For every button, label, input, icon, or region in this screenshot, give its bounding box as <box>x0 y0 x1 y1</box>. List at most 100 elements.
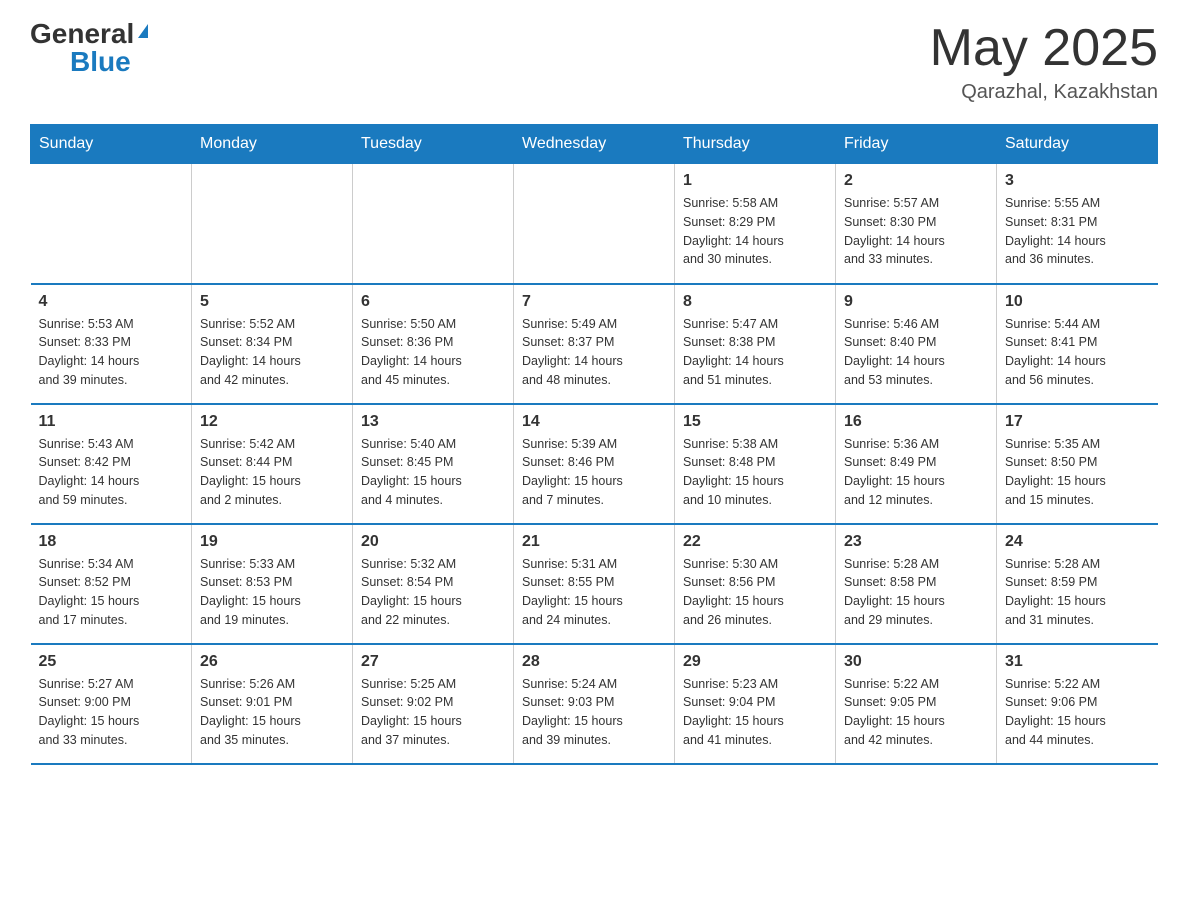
day-number: 12 <box>200 413 344 431</box>
title-section: May 2025 Qarazhal, Kazakhstan <box>930 20 1158 104</box>
day-info: Sunrise: 5:27 AM Sunset: 9:00 PM Dayligh… <box>39 675 184 750</box>
calendar-cell: 11 Sunrise: 5:43 AM Sunset: 8:42 PM Dayli… <box>31 404 192 524</box>
week-row-3: 11 Sunrise: 5:43 AM Sunset: 8:42 PM Dayli… <box>31 404 1158 524</box>
calendar-cell: 8Sunrise: 5:47 AM Sunset: 8:38 PM Daylig… <box>675 284 836 404</box>
day-number: 11 <box>39 413 184 431</box>
day-number: 20 <box>361 533 505 551</box>
day-info: Sunrise: 5:22 AM Sunset: 9:05 PM Dayligh… <box>844 675 988 750</box>
day-info: Sunrise: 5:22 AM Sunset: 9:06 PM Dayligh… <box>1005 675 1150 750</box>
day-number: 3 <box>1005 172 1150 190</box>
day-number: 28 <box>522 653 666 671</box>
day-number: 1 <box>683 172 827 190</box>
calendar-table: SundayMondayTuesdayWednesdayThursdayFrid… <box>30 124 1158 765</box>
header-day-sunday: Sunday <box>31 125 192 164</box>
calendar-cell: 28 Sunrise: 5:24 AM Sunset: 9:03 PM Dayli… <box>514 644 675 764</box>
header-day-saturday: Saturday <box>997 125 1158 164</box>
header-day-tuesday: Tuesday <box>353 125 514 164</box>
day-number: 15 <box>683 413 827 431</box>
header-day-wednesday: Wednesday <box>514 125 675 164</box>
header-day-monday: Monday <box>192 125 353 164</box>
day-info: Sunrise: 5:58 AM Sunset: 8:29 PM Dayligh… <box>683 194 827 269</box>
day-number: 16 <box>844 413 988 431</box>
calendar-cell: 29 Sunrise: 5:23 AM Sunset: 9:04 PM Dayli… <box>675 644 836 764</box>
calendar-cell: 4Sunrise: 5:53 AM Sunset: 8:33 PM Daylig… <box>31 284 192 404</box>
calendar-cell: 12 Sunrise: 5:42 AM Sunset: 8:44 PM Dayli… <box>192 404 353 524</box>
calendar-cell <box>31 164 192 284</box>
day-info: Sunrise: 5:34 AM Sunset: 8:52 PM Dayligh… <box>39 555 184 630</box>
day-number: 4 <box>39 293 184 311</box>
day-number: 21 <box>522 533 666 551</box>
calendar-cell: 14 Sunrise: 5:39 AM Sunset: 8:46 PM Dayli… <box>514 404 675 524</box>
logo: General Blue <box>30 20 148 76</box>
day-info: Sunrise: 5:24 AM Sunset: 9:03 PM Dayligh… <box>522 675 666 750</box>
day-number: 13 <box>361 413 505 431</box>
day-info: Sunrise: 5:52 AM Sunset: 8:34 PM Dayligh… <box>200 315 344 390</box>
day-info: Sunrise: 5:50 AM Sunset: 8:36 PM Dayligh… <box>361 315 505 390</box>
day-number: 24 <box>1005 533 1150 551</box>
calendar-cell: 2Sunrise: 5:57 AM Sunset: 8:30 PM Daylig… <box>836 164 997 284</box>
calendar-cell: 25 Sunrise: 5:27 AM Sunset: 9:00 PM Dayli… <box>31 644 192 764</box>
day-info: Sunrise: 5:55 AM Sunset: 8:31 PM Dayligh… <box>1005 194 1150 269</box>
day-number: 8 <box>683 293 827 311</box>
location-subtitle: Qarazhal, Kazakhstan <box>930 81 1158 104</box>
day-number: 5 <box>200 293 344 311</box>
calendar-cell: 21 Sunrise: 5:31 AM Sunset: 8:55 PM Dayli… <box>514 524 675 644</box>
day-info: Sunrise: 5:26 AM Sunset: 9:01 PM Dayligh… <box>200 675 344 750</box>
day-number: 6 <box>361 293 505 311</box>
calendar-cell: 10 Sunrise: 5:44 AM Sunset: 8:41 PM Dayli… <box>997 284 1158 404</box>
day-number: 14 <box>522 413 666 431</box>
day-info: Sunrise: 5:42 AM Sunset: 8:44 PM Dayligh… <box>200 435 344 510</box>
calendar-cell <box>353 164 514 284</box>
calendar-cell: 17Sunrise: 5:35 AM Sunset: 8:50 PM Dayli… <box>997 404 1158 524</box>
week-row-4: 18 Sunrise: 5:34 AM Sunset: 8:52 PM Dayli… <box>31 524 1158 644</box>
calendar-cell: 1 Sunrise: 5:58 AM Sunset: 8:29 PM Daylig… <box>675 164 836 284</box>
day-number: 29 <box>683 653 827 671</box>
calendar-cell: 9Sunrise: 5:46 AM Sunset: 8:40 PM Daylig… <box>836 284 997 404</box>
day-info: Sunrise: 5:32 AM Sunset: 8:54 PM Dayligh… <box>361 555 505 630</box>
day-number: 30 <box>844 653 988 671</box>
page-header: General Blue May 2025 Qarazhal, Kazakhst… <box>30 20 1158 104</box>
day-info: Sunrise: 5:31 AM Sunset: 8:55 PM Dayligh… <box>522 555 666 630</box>
day-info: Sunrise: 5:40 AM Sunset: 8:45 PM Dayligh… <box>361 435 505 510</box>
calendar-header-row: SundayMondayTuesdayWednesdayThursdayFrid… <box>31 125 1158 164</box>
day-number: 18 <box>39 533 184 551</box>
day-info: Sunrise: 5:33 AM Sunset: 8:53 PM Dayligh… <box>200 555 344 630</box>
calendar-cell <box>192 164 353 284</box>
calendar-cell: 5 Sunrise: 5:52 AM Sunset: 8:34 PM Daylig… <box>192 284 353 404</box>
logo-general-text: General <box>30 20 134 48</box>
day-info: Sunrise: 5:39 AM Sunset: 8:46 PM Dayligh… <box>522 435 666 510</box>
calendar-cell: 26 Sunrise: 5:26 AM Sunset: 9:01 PM Dayli… <box>192 644 353 764</box>
day-info: Sunrise: 5:28 AM Sunset: 8:58 PM Dayligh… <box>844 555 988 630</box>
month-title: May 2025 <box>930 20 1158 77</box>
week-row-2: 4Sunrise: 5:53 AM Sunset: 8:33 PM Daylig… <box>31 284 1158 404</box>
calendar-cell: 6 Sunrise: 5:50 AM Sunset: 8:36 PM Daylig… <box>353 284 514 404</box>
calendar-cell: 3 Sunrise: 5:55 AM Sunset: 8:31 PM Daylig… <box>997 164 1158 284</box>
day-number: 17 <box>1005 413 1150 431</box>
calendar-cell: 20 Sunrise: 5:32 AM Sunset: 8:54 PM Dayli… <box>353 524 514 644</box>
calendar-cell: 22 Sunrise: 5:30 AM Sunset: 8:56 PM Dayli… <box>675 524 836 644</box>
calendar-cell: 24 Sunrise: 5:28 AM Sunset: 8:59 PM Dayli… <box>997 524 1158 644</box>
day-info: Sunrise: 5:36 AM Sunset: 8:49 PM Dayligh… <box>844 435 988 510</box>
day-info: Sunrise: 5:28 AM Sunset: 8:59 PM Dayligh… <box>1005 555 1150 630</box>
day-number: 9 <box>844 293 988 311</box>
header-day-thursday: Thursday <box>675 125 836 164</box>
calendar-cell: 16 Sunrise: 5:36 AM Sunset: 8:49 PM Dayli… <box>836 404 997 524</box>
day-info: Sunrise: 5:23 AM Sunset: 9:04 PM Dayligh… <box>683 675 827 750</box>
calendar-cell: 30 Sunrise: 5:22 AM Sunset: 9:05 PM Dayli… <box>836 644 997 764</box>
day-number: 25 <box>39 653 184 671</box>
calendar-cell: 18 Sunrise: 5:34 AM Sunset: 8:52 PM Dayli… <box>31 524 192 644</box>
day-number: 26 <box>200 653 344 671</box>
week-row-1: 1 Sunrise: 5:58 AM Sunset: 8:29 PM Daylig… <box>31 164 1158 284</box>
day-number: 19 <box>200 533 344 551</box>
day-number: 10 <box>1005 293 1150 311</box>
calendar-cell: 27Sunrise: 5:25 AM Sunset: 9:02 PM Dayli… <box>353 644 514 764</box>
day-number: 22 <box>683 533 827 551</box>
calendar-cell: 15Sunrise: 5:38 AM Sunset: 8:48 PM Dayli… <box>675 404 836 524</box>
day-info: Sunrise: 5:30 AM Sunset: 8:56 PM Dayligh… <box>683 555 827 630</box>
calendar-cell: 7Sunrise: 5:49 AM Sunset: 8:37 PM Daylig… <box>514 284 675 404</box>
day-info: Sunrise: 5:44 AM Sunset: 8:41 PM Dayligh… <box>1005 315 1150 390</box>
day-info: Sunrise: 5:43 AM Sunset: 8:42 PM Dayligh… <box>39 435 184 510</box>
day-number: 31 <box>1005 653 1150 671</box>
logo-triangle-icon <box>138 24 148 38</box>
logo-blue-text: Blue <box>70 48 131 76</box>
